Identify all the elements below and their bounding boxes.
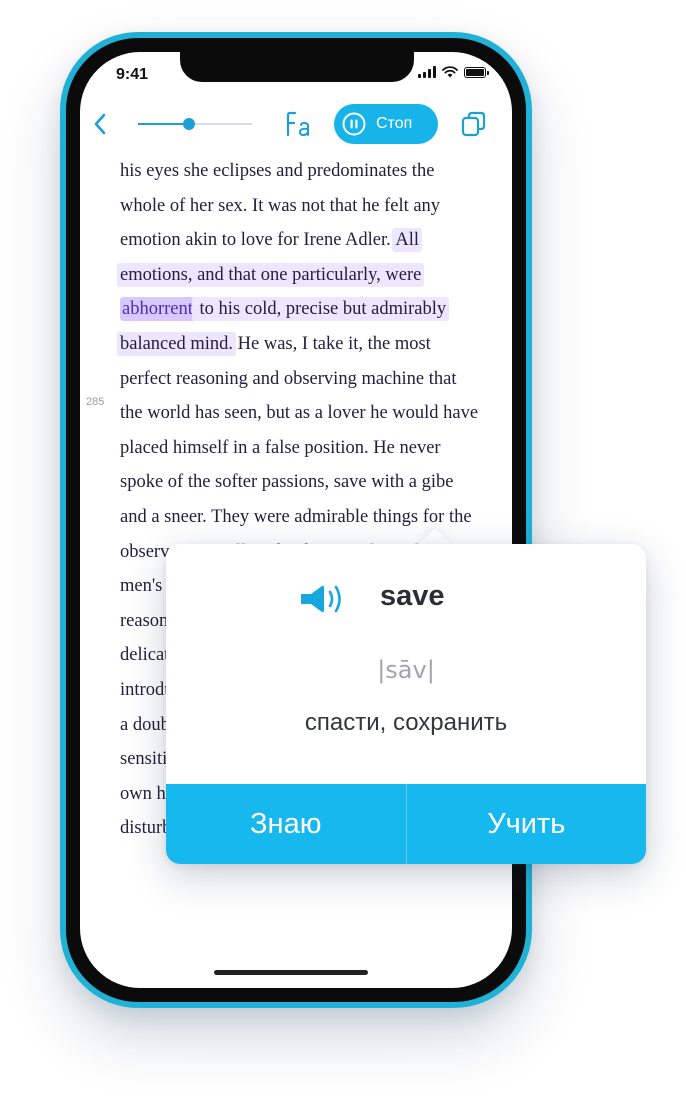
speed-slider-fill: [138, 123, 190, 125]
learn-button[interactable]: Учить: [405, 784, 647, 864]
copy-icon: [461, 111, 486, 137]
copy-button[interactable]: [458, 108, 490, 140]
home-indicator: [214, 970, 368, 975]
font-settings-button[interactable]: [282, 108, 314, 140]
status-icons: [418, 66, 489, 78]
battery-icon: [464, 66, 489, 78]
wifi-icon: [442, 66, 458, 78]
speed-slider[interactable]: [138, 118, 252, 130]
notch: [180, 52, 414, 82]
cellular-signal-icon: [418, 66, 436, 78]
stop-label: Стоп: [376, 115, 413, 132]
status-time: 9:41: [116, 66, 149, 83]
highlighted-word[interactable]: abhorrent: [120, 297, 195, 322]
back-button[interactable]: [88, 110, 112, 138]
speed-slider-thumb[interactable]: [183, 118, 196, 130]
page-number: 285: [86, 396, 105, 408]
speaker-icon: [301, 585, 341, 613]
pause-icon: [342, 112, 366, 136]
stop-playback-button[interactable]: Стоп: [334, 104, 438, 144]
popup-word: save: [380, 580, 445, 612]
reader-toolbar: Стоп: [80, 104, 512, 144]
pronounce-button[interactable]: [300, 582, 348, 616]
chevron-left-icon: [94, 113, 106, 135]
know-button[interactable]: Знаю: [166, 784, 406, 864]
popup-action-bar: Знаю Учить: [166, 784, 646, 864]
popup-translation: спасти, сохранить: [304, 709, 508, 736]
popup-transcription: |sāv|: [377, 656, 435, 684]
font-size-icon: [286, 111, 309, 137]
translation-popup: save |sāv| спасти, сохранить Знаю Учить: [166, 544, 646, 864]
